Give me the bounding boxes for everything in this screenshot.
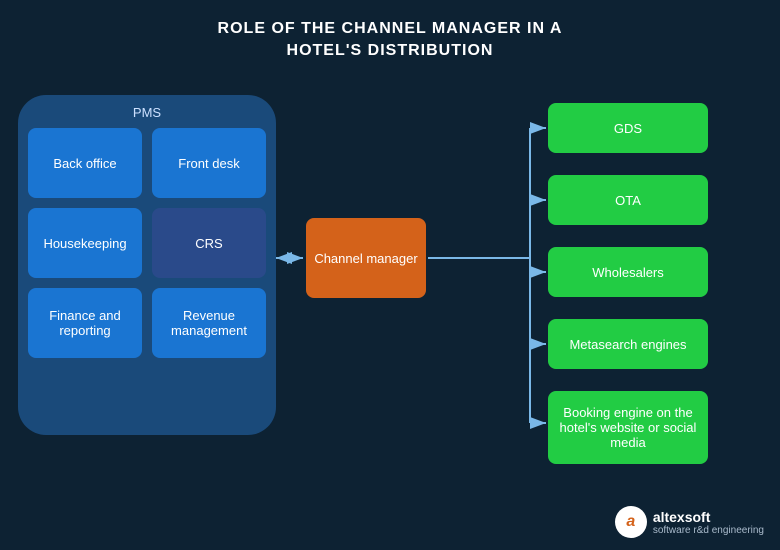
crs-box: CRS — [152, 208, 266, 278]
logo-area: a altexsoft software r&d engineering — [615, 506, 764, 538]
housekeeping-box: Housekeeping — [28, 208, 142, 278]
logo-text: altexsoft software r&d engineering — [653, 509, 764, 536]
finance-reporting-box: Finance and reporting — [28, 288, 142, 358]
ota-box: OTA — [548, 175, 708, 225]
revenue-management-box: Revenue management — [152, 288, 266, 358]
booking-box: Booking engine on the hotel's website or… — [548, 391, 708, 464]
pms-grid: Back office Front desk Housekeeping CRS … — [28, 128, 266, 358]
gds-box: GDS — [548, 103, 708, 153]
pms-container: PMS Back office Front desk Housekeeping … — [18, 95, 276, 435]
front-desk-box: Front desk — [152, 128, 266, 198]
channel-manager-box: Channel manager — [306, 218, 426, 298]
metasearch-box: Metasearch engines — [548, 319, 708, 369]
wholesalers-box: Wholesalers — [548, 247, 708, 297]
logo-icon: a — [615, 506, 647, 538]
pms-label: PMS — [28, 105, 266, 120]
page-title: ROLE OF THE CHANNEL MANAGER IN A HOTEL'S… — [0, 0, 780, 63]
back-office-box: Back office — [28, 128, 142, 198]
